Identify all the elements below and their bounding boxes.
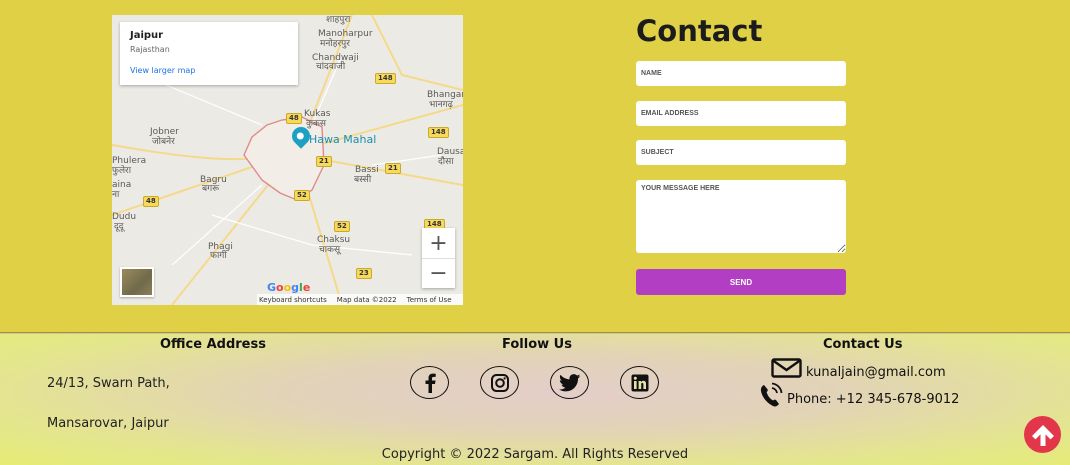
map-place-label: शाहपुरा <box>326 15 351 25</box>
map-info-card: Jaipur Rajasthan View larger map <box>120 22 298 85</box>
contact-heading: Contact <box>636 14 763 48</box>
email-link[interactable]: kunaljain@gmail.com <box>806 365 946 380</box>
follow-us-heading: Follow Us <box>502 337 572 352</box>
map-place-label: Kukas <box>304 109 331 119</box>
contact-section: शाहपुरा Manoharpur मनोहरपुर Chandwaji चा… <box>0 0 1070 333</box>
envelope-icon <box>771 358 802 378</box>
map-place-label: Chaksu <box>317 235 351 245</box>
send-button[interactable]: SEND <box>636 269 846 295</box>
address-line-1: 24/13, Swarn Path, <box>47 376 170 391</box>
twitter-icon[interactable] <box>550 366 589 399</box>
facebook-glyph <box>425 373 436 393</box>
facebook-icon[interactable] <box>410 366 449 399</box>
map-place-label: Dudu <box>112 212 137 222</box>
highway-shield: 148 <box>375 73 396 84</box>
google-logo-letter: G <box>267 281 277 294</box>
name-input[interactable] <box>636 61 846 86</box>
map-place-subtitle: Rajasthan <box>130 45 170 54</box>
map-place-label: चांदवाजी <box>316 62 346 72</box>
google-logo-letter: g <box>291 281 300 294</box>
satellite-toggle-button[interactable] <box>120 267 154 297</box>
twitter-glyph <box>558 373 580 391</box>
keyboard-shortcuts-link[interactable]: Keyboard shortcuts <box>259 296 327 304</box>
highway-shield: 148 <box>428 127 449 138</box>
map-place-label: चाकसू <box>319 245 341 255</box>
map-place-label: Dausa <box>437 147 463 157</box>
map-zoom-control: + − <box>422 228 455 288</box>
highway-shield: 21 <box>385 163 401 174</box>
google-logo: Google <box>267 281 310 294</box>
instagram-glyph <box>490 373 509 392</box>
message-textarea[interactable] <box>636 180 846 253</box>
map-data-attribution: Map data ©2022 <box>336 295 397 304</box>
email-input[interactable] <box>636 101 846 126</box>
google-logo-letter: e <box>302 281 311 294</box>
highway-shield: 48 <box>143 196 159 207</box>
contact-us-heading: Contact Us <box>823 337 903 352</box>
map-place-label: भानगढ़ <box>429 100 453 110</box>
map-place-label: कुकस <box>306 119 326 129</box>
embedded-map[interactable]: शाहपुरा Manoharpur मनोहरपुर Chandwaji चा… <box>112 15 463 305</box>
zoom-in-button[interactable]: + <box>422 228 455 258</box>
map-place-label: Phulera <box>112 156 147 166</box>
map-place-label: Manoharpur <box>318 29 373 39</box>
map-place-label: दूदू <box>114 222 124 232</box>
site-footer: Office Address 24/13, Swarn Path, Mansar… <box>0 334 1070 465</box>
subject-input[interactable] <box>636 140 846 165</box>
map-place-label: फुलेरा <box>112 166 132 176</box>
highway-shield: 52 <box>334 221 350 232</box>
map-place-label: Bhangar <box>427 90 463 100</box>
map-footer-bar: Keyboard shortcuts Map data ©2022 Terms … <box>257 294 463 305</box>
map-place-label: aina <box>112 180 132 190</box>
map-place-label: Bassi <box>355 165 379 175</box>
phone-icon <box>760 382 783 407</box>
zoom-out-button[interactable]: − <box>422 258 455 288</box>
map-place-label: Jobner <box>150 127 179 137</box>
highway-shield: 48 <box>286 113 302 124</box>
copyright-text: Copyright © 2022 Sargam. All Rights Rese… <box>381 447 689 462</box>
map-place-label: बस्सी <box>354 175 372 185</box>
map-place-label: जोबनेर <box>152 137 175 147</box>
linkedin-icon[interactable] <box>620 366 659 399</box>
map-place-label: बगरू <box>202 184 220 194</box>
address-line-2: Mansarovar, Jaipur <box>47 416 169 431</box>
highway-shield: 23 <box>356 268 372 279</box>
arrow-up-icon <box>1031 424 1054 446</box>
scroll-to-top-button[interactable] <box>1024 416 1061 453</box>
google-logo-letter: o <box>276 281 284 294</box>
map-place-label: दौसा <box>438 157 454 167</box>
map-place-title: Jaipur <box>130 30 164 41</box>
instagram-icon[interactable] <box>480 366 519 399</box>
map-poi-label[interactable]: Hawa Mahal <box>309 133 376 146</box>
office-address-heading: Office Address <box>160 337 266 352</box>
map-place-label: मनोहरपुर <box>320 39 350 49</box>
map-place-label: फागी <box>210 251 227 261</box>
highway-shield: 21 <box>316 156 332 167</box>
linkedin-glyph <box>631 374 648 391</box>
phone-number[interactable]: Phone: +12 345-678-9012 <box>787 392 959 407</box>
highway-shield: 52 <box>294 190 310 201</box>
terms-of-use-link[interactable]: Terms of Use <box>407 296 452 304</box>
map-place-label: ना <box>112 190 120 200</box>
view-larger-map-link[interactable]: View larger map <box>130 66 288 75</box>
